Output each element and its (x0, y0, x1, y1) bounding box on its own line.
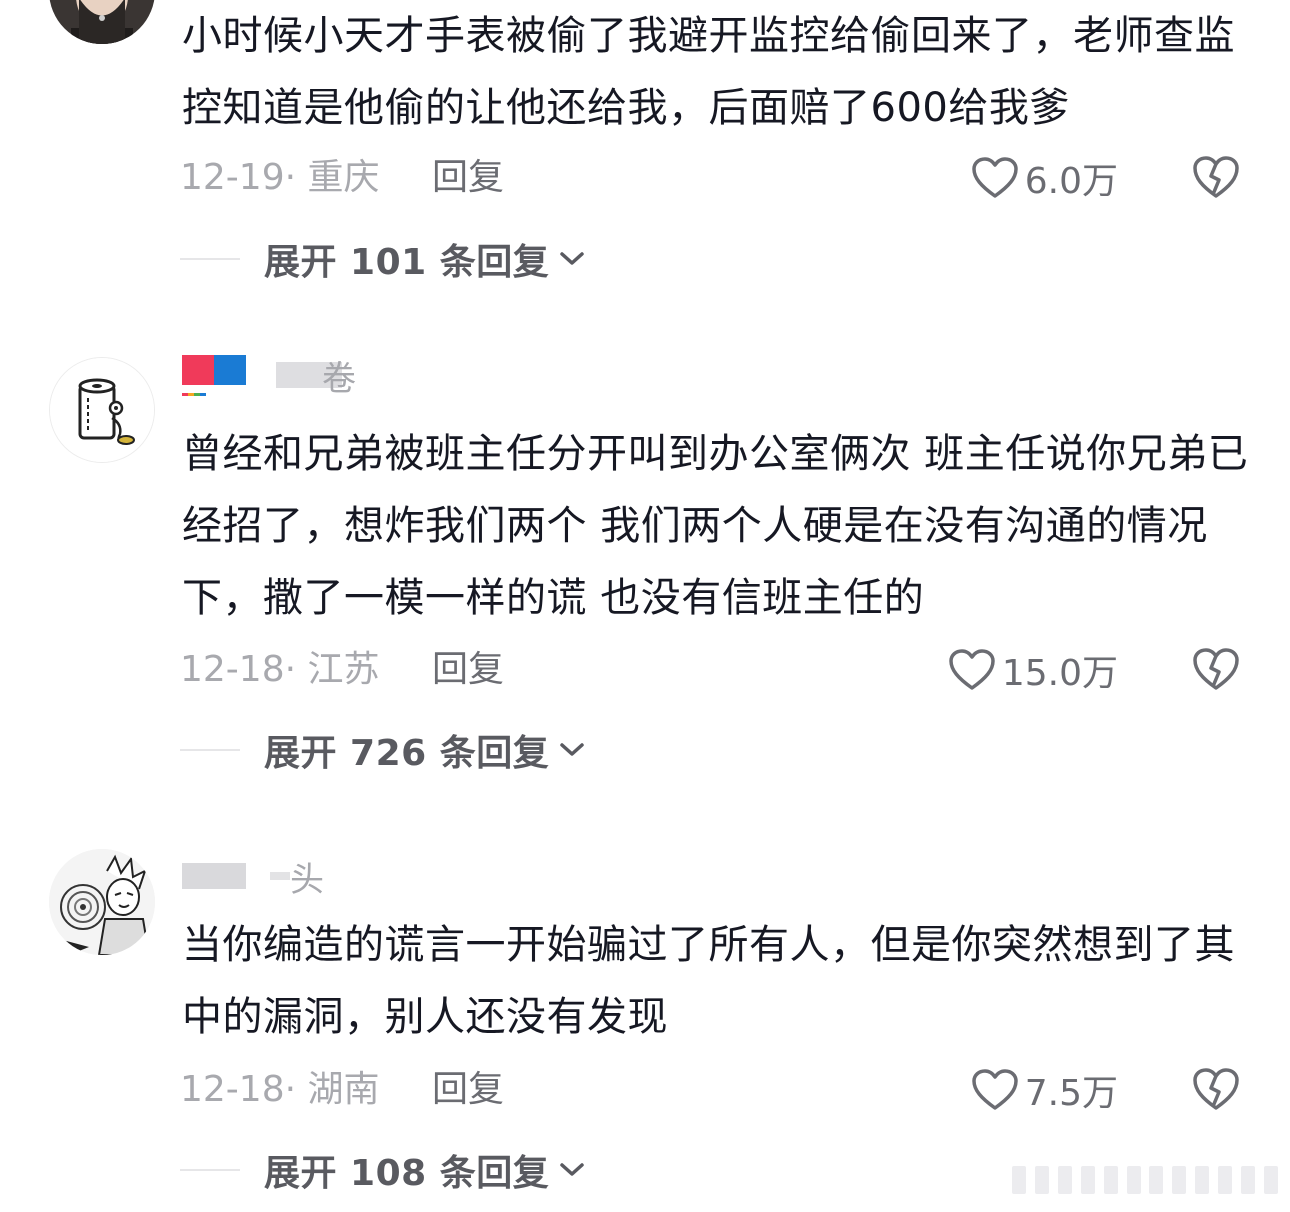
chevron-down-icon (560, 252, 584, 265)
like-button[interactable]: 15.0万 (948, 640, 1118, 700)
username-row[interactable]: 卷 (182, 353, 356, 399)
like-count: 6.0万 (1024, 161, 1118, 202)
heart-icon (971, 157, 1018, 198)
avatar[interactable] (49, 357, 155, 463)
dislike-button[interactable] (1192, 1066, 1240, 1116)
broken-heart-icon (1193, 156, 1239, 198)
avatar[interactable] (49, 849, 155, 955)
comment-text: 小时候小天才手表被偷了我避开监控给偷回来了，老师查监控知道是他偷的让他还给我，后… (182, 13, 1235, 131)
expand-replies-label[interactable]: 展开 108 条回复 (264, 1144, 549, 1196)
avatar[interactable] (49, 0, 155, 44)
chevron-down-icon (560, 743, 584, 756)
blurred-username (270, 872, 290, 880)
username: 卷 (322, 358, 356, 399)
comment-meta: 12-18· 湖南 回复 7.5万 (180, 1060, 1250, 1120)
profile-photo-icon (49, 0, 155, 44)
broken-heart-icon (1193, 1068, 1239, 1110)
divider (180, 1169, 240, 1171)
reply-button[interactable]: 回复 (432, 640, 504, 700)
heart-icon (949, 649, 995, 690)
watermark (1012, 1162, 1278, 1198)
reply-button[interactable]: 回复 (432, 1060, 504, 1120)
level-badge (182, 354, 246, 396)
reply-button[interactable]: 回复 (432, 148, 504, 208)
like-button[interactable]: 6.0万 (971, 148, 1118, 208)
comment-meta: 12-19· 重庆 回复 6.0万 (180, 148, 1250, 208)
manga-character-icon (49, 849, 155, 955)
comment-date-location: 12-19· 重庆 (180, 157, 380, 198)
comment-date-location: 12-18· 江苏 (180, 649, 380, 690)
comment-text: 当你编造的谎言一开始骗过了所有人，但是你突然想到了其中的漏洞，别人还没有发现 (182, 922, 1235, 1040)
username: 头 (290, 859, 324, 900)
toilet-paper-cartoon-icon (50, 358, 154, 462)
heart-icon (971, 1069, 1018, 1110)
comment-meta: 12-18· 江苏 回复 15.0万 (180, 640, 1250, 700)
comment-date-location: 12-18· 湖南 (180, 1069, 380, 1110)
like-count: 7.5万 (1024, 1073, 1118, 1114)
comment-text: 曾经和兄弟被班主任分开叫到办公室俩次 班主任说你兄弟已经招了，想炸我们两个 我们… (182, 431, 1249, 621)
like-button[interactable]: 7.5万 (971, 1060, 1118, 1120)
blurred-username (182, 863, 246, 889)
username-row[interactable]: 头 (182, 854, 324, 900)
like-count: 15.0万 (1001, 653, 1118, 694)
expand-replies[interactable]: 展开 108 条回复 (180, 1140, 587, 1200)
expand-replies-label[interactable]: 展开 726 条回复 (264, 724, 549, 776)
divider (180, 258, 240, 260)
expand-replies[interactable]: 展开 726 条回复 (180, 720, 587, 780)
expand-replies-label[interactable]: 展开 101 条回复 (264, 233, 549, 285)
dislike-button[interactable] (1192, 646, 1240, 696)
chevron-down-icon (560, 1163, 584, 1176)
broken-heart-icon (1193, 648, 1239, 690)
dislike-button[interactable] (1192, 154, 1240, 204)
divider (180, 749, 240, 751)
expand-replies[interactable]: 展开 101 条回复 (180, 229, 587, 289)
